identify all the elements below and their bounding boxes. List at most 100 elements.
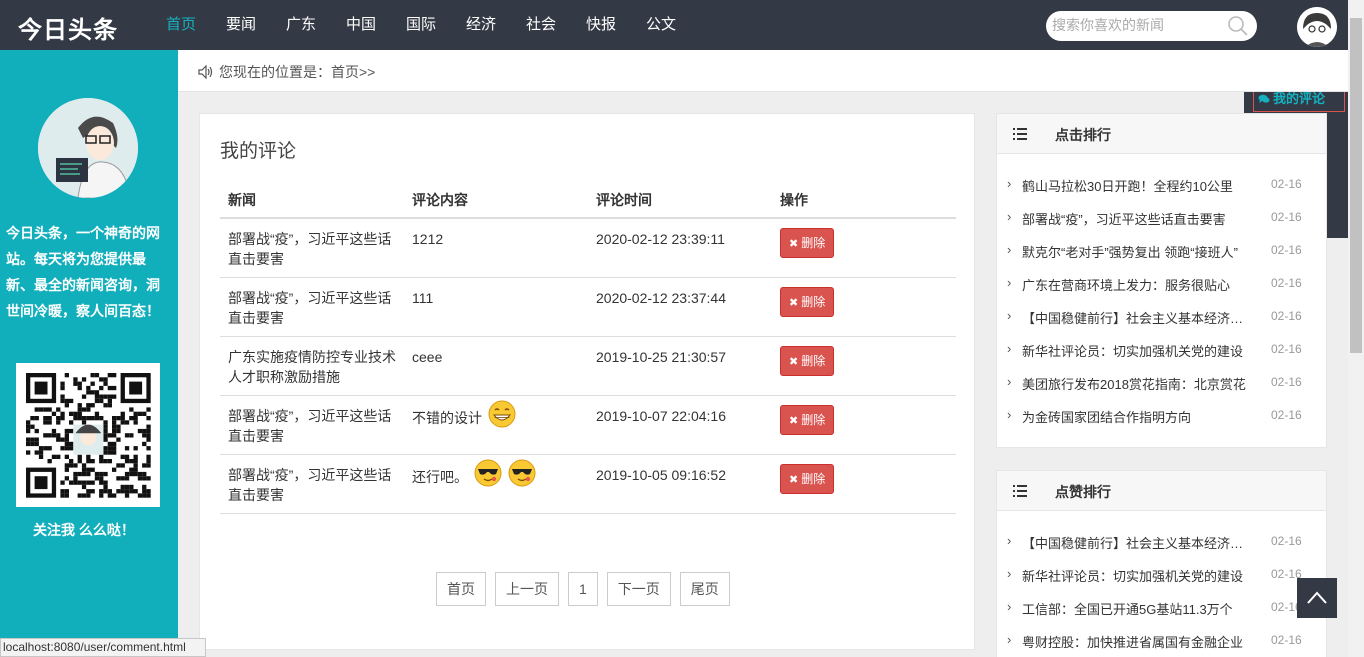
chevron-right-icon: › — [1007, 374, 1012, 389]
search-box — [1046, 11, 1257, 41]
comment-text: 1212 — [412, 231, 444, 247]
chevron-right-icon: › — [1007, 407, 1012, 422]
chevron-right-icon: › — [1007, 599, 1012, 614]
rank-item-date: 02-16 — [1271, 210, 1302, 224]
comments-icon — [1258, 93, 1273, 105]
rank-item-title[interactable]: 【中国稳健前行】社会主义基本经济制度 — [1022, 533, 1252, 552]
chevron-right-icon: › — [1007, 632, 1012, 647]
news-title-cell[interactable]: 广东实施疫情防控专业技术人才职称激励措施 — [220, 336, 404, 396]
column-header: 评论内容 — [404, 182, 588, 219]
rank-item[interactable]: › 默克尔“老对手”强势复出 领跑“接班人” 02-16 — [997, 234, 1326, 267]
rank-item-date: 02-16 — [1271, 375, 1302, 389]
action-cell: ✖ 删除 — [772, 395, 956, 455]
rank-item-title[interactable]: 粤财控股：加快推进省属国有金融企业 — [1022, 632, 1252, 651]
pager-button[interactable]: 上一页 — [495, 572, 559, 606]
nav-item[interactable]: 社会 — [511, 0, 571, 50]
breadcrumb-text[interactable]: 您现在的位置是：首页>> — [219, 62, 375, 82]
like-rank-title: 点赞排行 — [1055, 484, 1111, 500]
rank-item-date: 02-16 — [1271, 633, 1302, 647]
rank-item-title[interactable]: 新华社评论员：切实加强机关党的建设 — [1022, 341, 1252, 360]
action-cell: ✖ 删除 — [772, 218, 956, 278]
news-title-cell[interactable]: 部署战“疫”，习近平这些话直击要害 — [220, 454, 404, 514]
comment-time-cell: 2019-10-25 21:30:57 — [588, 336, 772, 396]
page-scrollbar[interactable] — [1348, 0, 1364, 657]
rank-item-title[interactable]: 默克尔“老对手”强势复出 领跑“接班人” — [1022, 242, 1252, 261]
delete-label: 删除 — [801, 236, 826, 250]
rank-item[interactable]: › 粤财控股：加快推进省属国有金融企业 02-16 — [997, 624, 1326, 657]
rank-item-title[interactable]: 为金砖国家团结合作指明方向 — [1022, 407, 1252, 426]
news-title-cell[interactable]: 部署战“疫”，习近平这些话直击要害 — [220, 395, 404, 455]
rank-item[interactable]: › 为金砖国家团结合作指明方向 02-16 — [997, 399, 1326, 432]
rank-item-title[interactable]: 广东在营商环境上发力：服务很贴心 — [1022, 275, 1252, 294]
rank-item-title[interactable]: 工信部：全国已开通5G基站11.3万个 — [1022, 599, 1252, 618]
like-rank-panel: 点赞排行 › 【中国稳健前行】社会主义基本经济制度 02-16 › 新华社评论员：切实加… — [996, 470, 1327, 657]
delete-button[interactable]: ✖ 删除 — [780, 345, 835, 376]
rank-item-title[interactable]: 新华社评论员：切实加强机关党的建设 — [1022, 566, 1252, 585]
back-to-top-button[interactable] — [1297, 578, 1337, 618]
pager-button[interactable]: 尾页 — [679, 572, 730, 606]
column-header: 评论时间 — [588, 182, 772, 219]
delete-button[interactable]: ✖ 删除 — [780, 286, 835, 317]
comment-content-cell: 111 — [404, 277, 588, 337]
nav-item[interactable]: 中国 — [331, 0, 391, 50]
status-bar-url: localhost:8080/user/comment.html — [0, 638, 206, 657]
chevron-right-icon: › — [1007, 566, 1012, 581]
nav-item[interactable]: 公文 — [631, 0, 691, 50]
action-cell: ✖ 删除 — [772, 277, 956, 337]
comment-text: 111 — [412, 289, 434, 306]
rank-item[interactable]: › 部署战“疫”，习近平这些话直击要害 02-16 — [997, 201, 1326, 234]
comment-content-cell: 还行吧。 — [404, 454, 588, 514]
comment-text: 还行吧。 — [412, 468, 468, 485]
breadcrumb-bar: 您现在的位置是：首页>> — [178, 50, 1348, 92]
news-title-cell[interactable]: 部署战“疫”，习近平这些话直击要害 — [220, 277, 404, 337]
rank-item-title[interactable]: 【中国稳健前行】社会主义基本经济制度 — [1022, 308, 1252, 327]
volume-icon — [198, 65, 213, 79]
rank-item-date: 02-16 — [1271, 342, 1302, 356]
pager-button[interactable]: 下一页 — [606, 572, 671, 606]
news-title-cell[interactable]: 部署战“疫”，习近平这些话直击要害 — [220, 218, 404, 278]
close-icon: ✖ — [789, 414, 799, 427]
nav-item[interactable]: 广东 — [271, 0, 331, 50]
click-rank-list: › 鹤山马拉松30日开跑！全程约10公里 02-16 › 部署战“疫”，习近平这些话直击… — [997, 154, 1326, 432]
brand-logo[interactable]: 今日头条 — [18, 10, 118, 45]
delete-button[interactable]: ✖ 删除 — [780, 404, 835, 435]
rank-item[interactable]: › 【中国稳健前行】社会主义基本经济制度 02-16 — [997, 525, 1326, 558]
nav-item[interactable]: 经济 — [451, 0, 511, 50]
nav-item[interactable]: 首页 — [151, 0, 211, 50]
nav-item[interactable]: 国际 — [391, 0, 451, 50]
search-icon[interactable] — [1227, 15, 1249, 37]
main-nav: 首页 要闻 广东 中国 国际 经济 社会 快报 公文 — [151, 0, 691, 50]
rank-item[interactable]: › 美团旅行发布2018赏花指南：北京赏花 02-16 — [997, 366, 1326, 399]
comment-text: 不错的设计 — [412, 409, 482, 426]
nav-item[interactable]: 快报 — [571, 0, 631, 50]
pager-button[interactable]: 首页 — [436, 572, 486, 606]
comments-table: 新闻 评论内容 评论时间 操作 部署战“疫”，习近平这些话直击要害 1212 2020-0… — [220, 182, 956, 514]
nav-item[interactable]: 要闻 — [211, 0, 271, 50]
rank-item-title[interactable]: 鹤山马拉松30日开跑！全程约10公里 — [1022, 176, 1252, 195]
top-navbar: 今日头条 首页 要闻 广东 中国 国际 经济 社会 快报 公文 — [0, 0, 1348, 50]
comment-time-cell: 2019-10-05 09:16:52 — [588, 454, 772, 514]
rank-item[interactable]: › 新华社评论员：切实加强机关党的建设 02-16 — [997, 558, 1326, 591]
rank-item[interactable]: › 新华社评论员：切实加强机关党的建设 02-16 — [997, 333, 1326, 366]
click-rank-title: 点击排行 — [1055, 127, 1111, 143]
page-title: 我的评论 — [220, 141, 297, 162]
profile-illustration — [38, 98, 138, 198]
search-input[interactable] — [1052, 17, 1222, 33]
rank-item[interactable]: › 鹤山马拉松30日开跑！全程约10公里 02-16 — [997, 168, 1326, 201]
pagination: 首页 上一页 1 下一页 尾页 — [436, 572, 739, 606]
rank-item[interactable]: › 广东在营商环境上发力：服务很贴心 02-16 — [997, 267, 1326, 300]
delete-button[interactable]: ✖ 删除 — [780, 228, 835, 258]
scrollbar-thumb[interactable] — [1350, 18, 1362, 353]
rank-item[interactable]: › 【中国稳健前行】社会主义基本经济制度 02-16 — [997, 300, 1326, 333]
chevron-right-icon: › — [1007, 242, 1012, 257]
rank-item-title[interactable]: 美团旅行发布2018赏花指南：北京赏花 — [1022, 374, 1252, 393]
pager-button[interactable]: 1 — [568, 572, 598, 606]
rank-item-title[interactable]: 部署战“疫”，习近平这些话直击要害 — [1022, 209, 1252, 228]
click-rank-panel: 点击排行 › 鹤山马拉松30日开跑！全程约10公里 02-16 › 部署战“疫”，习近平… — [996, 113, 1327, 448]
like-rank-list: › 【中国稳健前行】社会主义基本经济制度 02-16 › 新华社评论员：切实加强机关党的… — [997, 511, 1326, 657]
user-avatar[interactable] — [1297, 7, 1337, 47]
rank-item[interactable]: › 工信部：全国已开通5G基站11.3万个 02-16 — [997, 591, 1326, 624]
delete-button[interactable]: ✖ 删除 — [780, 463, 835, 494]
qr-code — [16, 363, 160, 507]
click-rank-header: 点击排行 — [997, 114, 1326, 154]
